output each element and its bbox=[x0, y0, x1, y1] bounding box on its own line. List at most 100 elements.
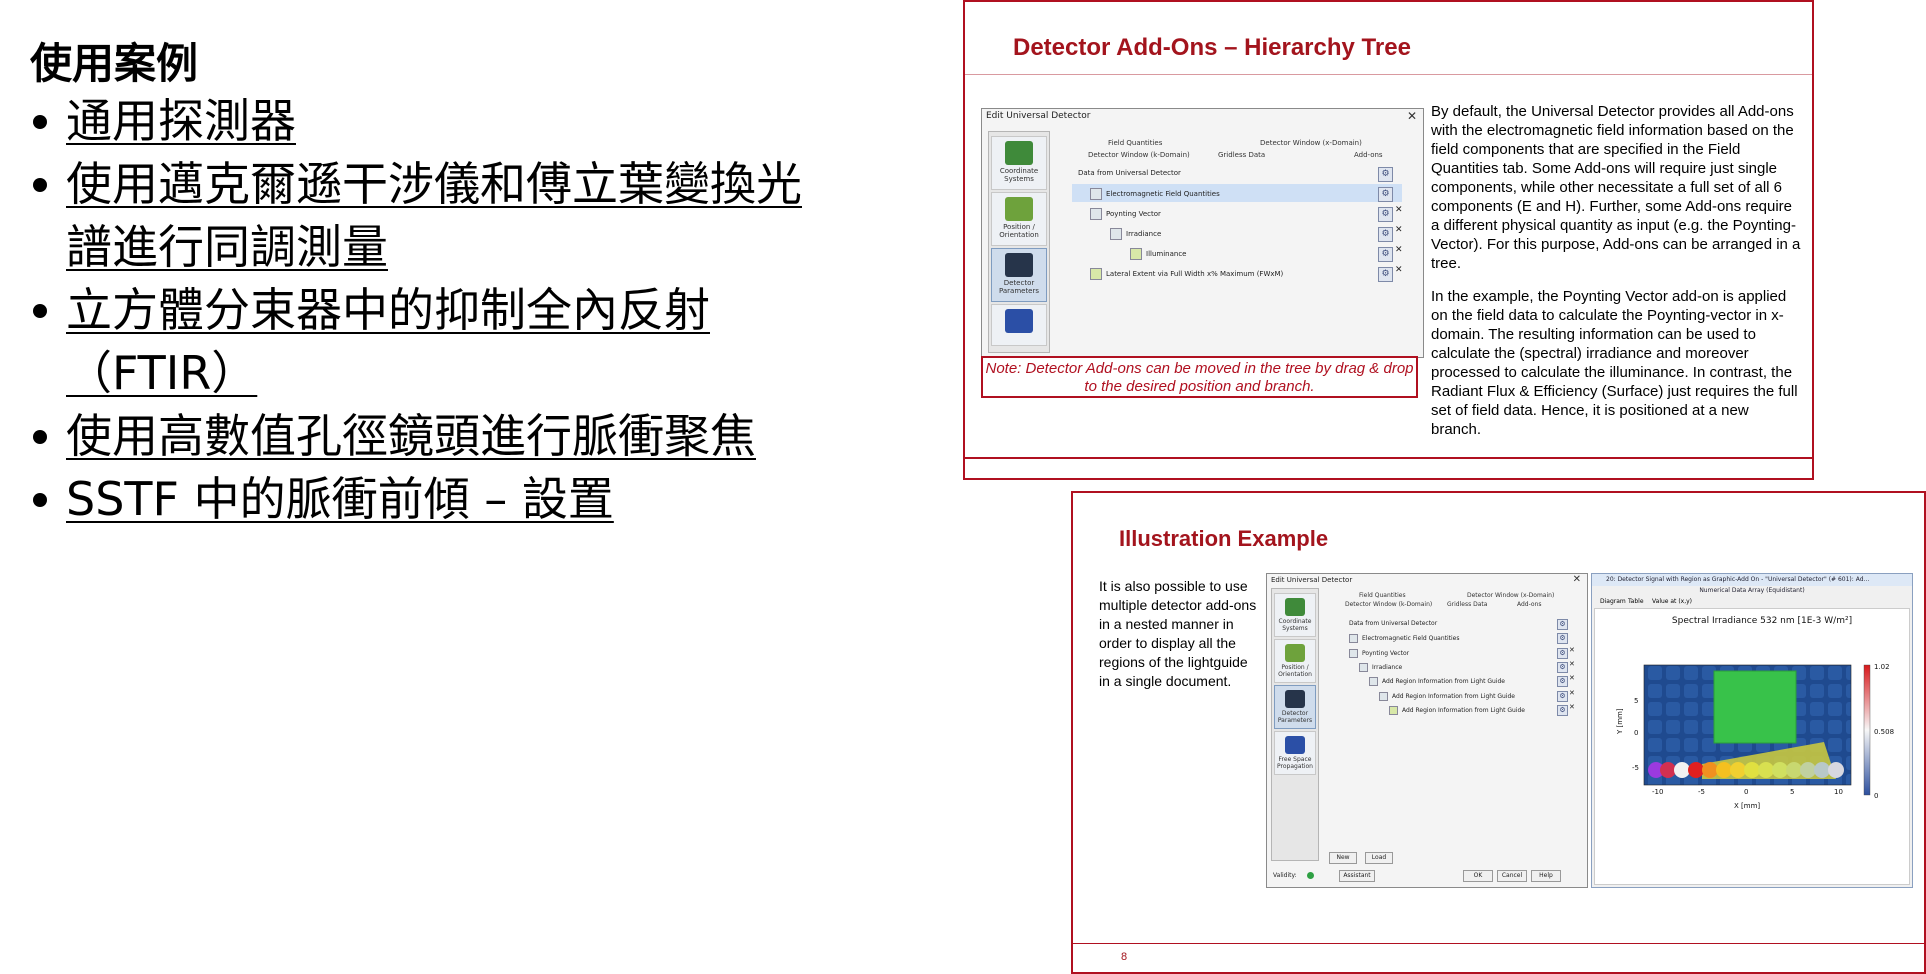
assistant-button[interactable]: Assistant bbox=[1339, 870, 1375, 882]
sidebar-item-coordinate-systems[interactable]: Coordinate Systems bbox=[991, 136, 1047, 190]
tree-item[interactable]: Lateral Extent via Full Width x% Maximum… bbox=[1090, 268, 1283, 280]
tree-item[interactable]: Add Region Information from Light Guide bbox=[1379, 692, 1515, 701]
tab-detector-window-k[interactable]: Detector Window (k-Domain) bbox=[1345, 601, 1432, 608]
gear-icon[interactable]: ⚙ bbox=[1378, 267, 1393, 282]
divider bbox=[965, 457, 1812, 459]
y-axis-label: Y [mm] bbox=[1616, 708, 1624, 735]
tree-item[interactable]: Electromagnetic Field Quantities bbox=[1090, 188, 1220, 200]
sidebar-item-position[interactable]: Position / Orientation bbox=[1274, 639, 1316, 683]
gear-icon[interactable]: ⚙ bbox=[1557, 662, 1568, 673]
cancel-button[interactable]: Cancel bbox=[1497, 870, 1527, 882]
sidebar-item-position[interactable]: Position / Orientation bbox=[991, 192, 1047, 246]
divider bbox=[1073, 943, 1924, 944]
addon-icon bbox=[1389, 706, 1398, 715]
tree-item[interactable]: Irradiance bbox=[1110, 228, 1161, 240]
remove-icon[interactable]: ✕ bbox=[1569, 674, 1575, 682]
dialog-title: Edit Universal Detector bbox=[986, 111, 1091, 121]
slide-title: Illustration Example bbox=[1119, 526, 1329, 551]
help-button[interactable]: Help bbox=[1531, 870, 1561, 882]
addon-icon bbox=[1379, 692, 1388, 701]
tree-item[interactable]: Illuminance bbox=[1130, 248, 1186, 260]
slide-hierarchy-tree: Detector Add-Ons – Hierarchy Tree Edit U… bbox=[963, 0, 1814, 480]
tab-gridless-data[interactable]: Gridless Data bbox=[1218, 151, 1265, 159]
addon-icon bbox=[1130, 248, 1142, 260]
tree-item[interactable]: Data from Universal Detector bbox=[1078, 169, 1181, 177]
tab-add-ons[interactable]: Add-ons bbox=[1517, 601, 1542, 608]
gear-icon[interactable]: ⚙ bbox=[1557, 676, 1568, 687]
use-case-link-sstf[interactable]: SSTF 中的脈衝前傾 – 設置 bbox=[66, 472, 614, 526]
use-case-list: 通用探測器 使用邁克爾遜干涉儀和傅立葉變換光譜進行同調測量 立方體分束器中的抑制… bbox=[30, 90, 830, 531]
gear-icon[interactable]: ⚙ bbox=[1557, 633, 1568, 644]
gear-icon[interactable]: ⚙ bbox=[1557, 648, 1568, 659]
new-button[interactable]: New bbox=[1329, 852, 1357, 864]
tab-detector-window-k[interactable]: Detector Window (k-Domain) bbox=[1088, 151, 1190, 159]
addon-icon bbox=[1110, 228, 1122, 240]
tree-item[interactable]: Data from Universal Detector bbox=[1349, 620, 1437, 627]
dialog-title: Edit Universal Detector bbox=[1271, 576, 1353, 584]
sidebar-item-label: Free Space Propagation bbox=[1277, 756, 1313, 770]
sidebar-item-more[interactable] bbox=[991, 304, 1047, 346]
sidebar-item-free-space-propagation[interactable]: Free Space Propagation bbox=[1274, 731, 1316, 775]
sidebar-item-detector-parameters[interactable]: Detector Parameters bbox=[1274, 685, 1316, 729]
tab-gridless-data[interactable]: Gridless Data bbox=[1447, 601, 1487, 608]
tree-item[interactable]: Electromagnetic Field Quantities bbox=[1349, 634, 1459, 643]
use-case-link-michelson[interactable]: 使用邁克爾遜干涉儀和傅立葉變換光譜進行同調測量 bbox=[66, 157, 802, 274]
page-number: 8 bbox=[1121, 951, 1128, 963]
sidebar-item-label: Coordinate Systems bbox=[1278, 618, 1312, 632]
gear-icon[interactable]: ⚙ bbox=[1557, 705, 1568, 716]
x-tick: -5 bbox=[1698, 788, 1705, 796]
use-case-link-universal-detector[interactable]: 通用探測器 bbox=[66, 94, 296, 148]
slide-illustration-example: Illustration Example It is also possible… bbox=[1071, 491, 1926, 974]
tree-item[interactable]: Poynting Vector bbox=[1349, 649, 1409, 658]
remove-icon[interactable]: ✕ bbox=[1569, 660, 1575, 668]
addon-icon bbox=[1349, 649, 1358, 658]
close-icon[interactable]: ✕ bbox=[1573, 574, 1581, 585]
gear-icon[interactable]: ⚙ bbox=[1378, 207, 1393, 222]
remove-icon[interactable]: ✕ bbox=[1395, 245, 1403, 255]
gear-icon[interactable]: ⚙ bbox=[1378, 167, 1393, 182]
load-button[interactable]: Load bbox=[1365, 852, 1393, 864]
remove-icon[interactable]: ✕ bbox=[1395, 265, 1403, 275]
position-orientation-icon bbox=[1285, 644, 1305, 662]
sidebar-item-coordinate-systems[interactable]: Coordinate Systems bbox=[1274, 593, 1316, 637]
gear-icon[interactable]: ⚙ bbox=[1378, 227, 1393, 242]
dialog-sidebar: Coordinate Systems Position / Orientatio… bbox=[1271, 588, 1319, 861]
use-case-link-ftir[interactable]: 立方體分束器中的抑制全內反射（FTIR） bbox=[66, 283, 710, 400]
addon-icon bbox=[1090, 208, 1102, 220]
tab-detector-window-x[interactable]: Detector Window (x-Domain) bbox=[1467, 592, 1554, 599]
tab-detector-window-x[interactable]: Detector Window (x-Domain) bbox=[1260, 139, 1362, 147]
validity-ok-icon bbox=[1307, 872, 1314, 879]
tab-field-quantities[interactable]: Field Quantities bbox=[1108, 139, 1162, 147]
gear-icon[interactable]: ⚙ bbox=[1557, 691, 1568, 702]
coordinate-systems-icon bbox=[1285, 598, 1305, 616]
use-case-link-pulse-focusing[interactable]: 使用高數值孔徑鏡頭進行脈衝聚焦 bbox=[66, 409, 756, 463]
remove-icon[interactable]: ✕ bbox=[1569, 646, 1575, 654]
addon-icon bbox=[1090, 268, 1102, 280]
y-tick: -5 bbox=[1632, 764, 1639, 772]
x-axis-label: X [mm] bbox=[1734, 802, 1760, 810]
tree-item[interactable]: Poynting Vector bbox=[1090, 208, 1161, 220]
close-icon[interactable]: ✕ bbox=[1407, 109, 1417, 123]
gear-icon[interactable]: ⚙ bbox=[1557, 619, 1568, 630]
tree-item[interactable]: Add Region Information from Light Guide bbox=[1369, 677, 1505, 686]
propagation-icon bbox=[1005, 309, 1033, 333]
remove-icon[interactable]: ✕ bbox=[1569, 689, 1575, 697]
x-tick: 0 bbox=[1744, 788, 1748, 796]
tab-add-ons[interactable]: Add-ons bbox=[1354, 151, 1383, 159]
y-tick: 5 bbox=[1634, 697, 1638, 705]
tab-field-quantities[interactable]: Field Quantities bbox=[1359, 592, 1406, 599]
remove-icon[interactable]: ✕ bbox=[1395, 225, 1403, 235]
addon-icon bbox=[1349, 634, 1358, 643]
sidebar-item-label: Detector Parameters bbox=[998, 279, 1040, 295]
gear-icon[interactable]: ⚙ bbox=[1378, 247, 1393, 262]
tree-item[interactable]: Add Region Information from Light Guide bbox=[1389, 706, 1525, 715]
x-tick: 10 bbox=[1834, 788, 1843, 796]
ok-button[interactable]: OK bbox=[1463, 870, 1493, 882]
remove-icon[interactable]: ✕ bbox=[1569, 703, 1575, 711]
tree-item[interactable]: Irradiance bbox=[1359, 663, 1402, 672]
addon-icon bbox=[1369, 677, 1378, 686]
gear-icon[interactable]: ⚙ bbox=[1378, 187, 1393, 202]
remove-icon[interactable]: ✕ bbox=[1395, 205, 1403, 215]
sidebar-item-detector-parameters[interactable]: Detector Parameters bbox=[991, 248, 1047, 302]
x-tick: -10 bbox=[1652, 788, 1663, 796]
